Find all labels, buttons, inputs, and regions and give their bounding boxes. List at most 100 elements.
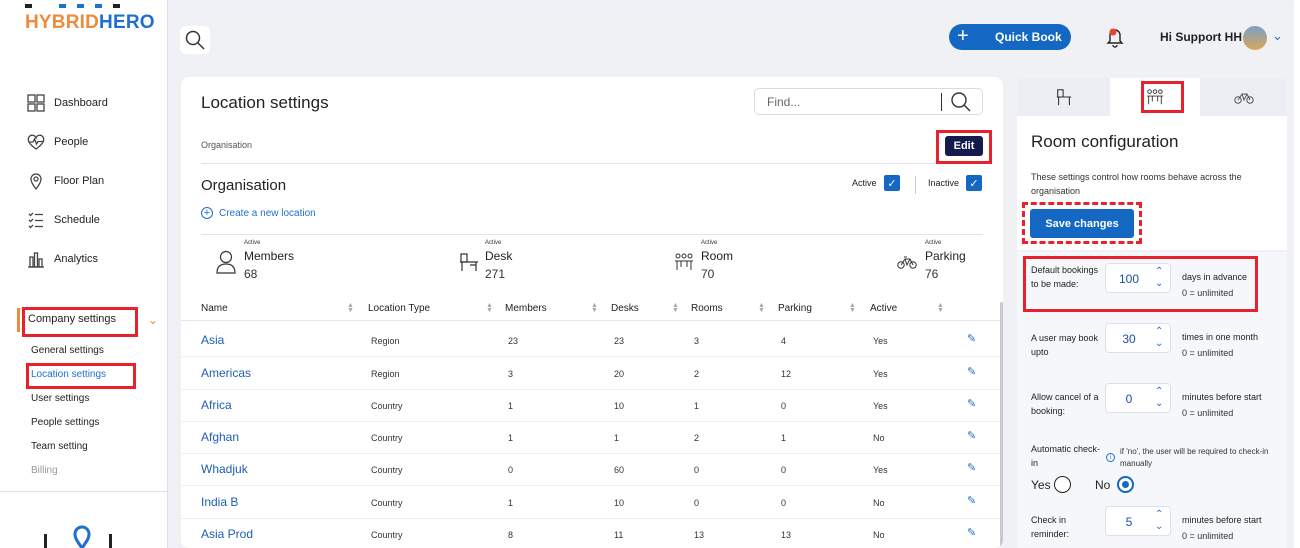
pencil-icon[interactable]: ✎ (967, 429, 976, 442)
subnav-people-settings[interactable]: People settings (31, 417, 99, 428)
pencil-icon[interactable]: ✎ (967, 526, 976, 539)
table-row[interactable]: Africa Country 1 10 1 0 Yes ✎ (181, 390, 1003, 422)
column-header-location-type[interactable]: Location Type (368, 303, 430, 314)
setting-hint: 0 = unlimited (1182, 531, 1234, 541)
column-header-active[interactable]: Active (870, 303, 897, 314)
chevron-up-icon[interactable]: ⌃ (1155, 267, 1163, 277)
stepper-value[interactable]: 30 (1106, 332, 1152, 346)
column-header-rooms[interactable]: Rooms (691, 303, 723, 314)
chevron-down-icon[interactable]: ⌄ (1272, 28, 1283, 44)
sort-icon[interactable]: ▲ ▼ (849, 302, 856, 314)
cancel-window-stepper[interactable]: 0 ⌃ ⌄ (1105, 383, 1171, 413)
column-header-parking[interactable]: Parking (778, 303, 812, 314)
subnav-location-settings[interactable]: Location settings (31, 369, 106, 380)
radio-no[interactable] (1117, 476, 1134, 493)
sidebar-item-dashboard[interactable]: Dashboard (26, 92, 108, 114)
user-greeting[interactable]: Hi Support HH (1160, 30, 1242, 44)
sidebar-item-floor-plan[interactable]: Floor Plan (26, 170, 104, 192)
save-changes-button[interactable]: Save changes (1030, 209, 1134, 238)
location-name-link[interactable]: India B (201, 495, 238, 509)
table-row[interactable]: Asia Prod Country 8 11 13 13 No ✎ (181, 519, 1003, 548)
chevron-down-icon[interactable]: ⌄ (1155, 399, 1163, 409)
chevron-down-icon[interactable]: ⌄ (1155, 522, 1163, 532)
sidebar-item-company-settings[interactable]: Company settings ⌄ (8, 304, 166, 336)
table-scrollbar[interactable] (1000, 302, 1003, 548)
column-header-desks[interactable]: Desks (611, 303, 639, 314)
edit-button[interactable]: Edit (945, 136, 983, 156)
location-settings-card: Location settings Organisation Edit Orga… (181, 77, 1003, 548)
search-input[interactable] (767, 95, 927, 109)
inactive-filter-checkbox[interactable]: ✓ (966, 175, 982, 191)
global-search-button[interactable] (180, 26, 210, 54)
table-row[interactable]: Americas Region 3 20 2 12 Yes ✎ (181, 358, 1003, 390)
sort-icon[interactable]: ▲ ▼ (347, 302, 354, 314)
logo[interactable]: HYBRIDHERO (25, 12, 155, 34)
active-cell: Yes (873, 401, 888, 411)
search-icon[interactable] (949, 91, 971, 113)
location-name-link[interactable]: Whadjuk (201, 462, 248, 476)
table-row[interactable]: Whadjuk Country 0 60 0 0 Yes ✎ (181, 454, 1003, 486)
create-location-link[interactable]: + Create a new location (201, 207, 316, 219)
location-name-link[interactable]: Americas (201, 366, 251, 380)
location-name-link[interactable]: Asia Prod (201, 527, 253, 541)
location-name-link[interactable]: Asia (201, 333, 224, 347)
location-name-link[interactable]: Afghan (201, 430, 239, 444)
chevron-down-icon[interactable]: ⌄ (148, 313, 158, 327)
sort-icon[interactable]: ▲ ▼ (486, 302, 493, 314)
bicycle-icon (897, 256, 917, 269)
location-name-link[interactable]: Africa (201, 398, 232, 412)
table-row[interactable]: Afghan Country 1 1 2 1 No ✎ (181, 422, 1003, 454)
pencil-icon[interactable]: ✎ (967, 397, 976, 410)
members-cell: 1 (508, 433, 514, 443)
sort-icon[interactable]: ▲ ▼ (758, 302, 765, 314)
pencil-icon[interactable]: ✎ (967, 494, 976, 507)
active-cell: No (873, 498, 885, 508)
find-search-box[interactable] (754, 88, 983, 115)
pencil-icon[interactable]: ✎ (967, 332, 976, 345)
tab-room[interactable] (1110, 78, 1200, 116)
table-row[interactable]: India B Country 1 10 0 0 No ✎ (181, 487, 1003, 519)
pencil-icon[interactable]: ✎ (967, 461, 976, 474)
stepper-value[interactable]: 0 (1106, 392, 1152, 406)
column-header-members[interactable]: Members (505, 303, 547, 314)
stat-value: 68 (244, 267, 258, 281)
sidebar-item-analytics[interactable]: Analytics (26, 248, 98, 270)
chevron-down-icon[interactable]: ⌄ (1155, 279, 1163, 289)
quick-book-button[interactable]: + Quick Book (949, 24, 1071, 50)
active-filter-checkbox[interactable]: ✓ (884, 175, 900, 191)
notification-bell-icon[interactable] (1104, 26, 1126, 48)
default-bookings-stepper[interactable]: 100 ⌃ ⌄ (1105, 263, 1171, 293)
chevron-down-icon[interactable]: ⌄ (1155, 339, 1163, 349)
sidebar-item-label: Schedule (54, 214, 100, 226)
subnav-user-settings[interactable]: User settings (31, 393, 89, 404)
booking-limit-stepper[interactable]: 30 ⌃ ⌄ (1105, 323, 1171, 353)
pencil-icon[interactable]: ✎ (967, 365, 976, 378)
tab-desk[interactable] (1017, 78, 1110, 116)
sort-icon[interactable]: ▲ ▼ (591, 302, 598, 314)
sort-icon[interactable]: ▲ ▼ (937, 302, 944, 314)
stepper-value[interactable]: 5 (1106, 515, 1152, 529)
column-header-name[interactable]: Name (201, 303, 228, 314)
table-row[interactable]: Asia Region 23 23 3 4 Yes ✎ (181, 325, 1003, 357)
sort-icon[interactable]: ▲ ▼ (672, 302, 679, 314)
checkin-reminder-stepper[interactable]: 5 ⌃ ⌄ (1105, 506, 1171, 536)
stat-caption: Active (925, 240, 942, 246)
chevron-up-icon[interactable]: ⌃ (1155, 510, 1163, 520)
top-frame (0, 0, 1300, 5)
stepper-value[interactable]: 100 (1106, 272, 1152, 286)
sidebar-item-schedule[interactable]: Schedule (26, 209, 100, 231)
avatar[interactable] (1243, 26, 1267, 50)
radio-yes[interactable] (1054, 476, 1071, 493)
subnav-billing[interactable]: Billing (31, 465, 58, 476)
floor-plan-pin-icon (44, 525, 112, 548)
chevron-up-icon[interactable]: ⌃ (1155, 327, 1163, 337)
divider (181, 320, 1003, 321)
sidebar-item-people[interactable]: People (26, 131, 88, 153)
sidebar-item-label: Dashboard (54, 97, 108, 109)
auto-checkin-info: if 'no', the user will be required to ch… (1120, 447, 1269, 468)
subnav-general-settings[interactable]: General settings (31, 345, 104, 356)
chevron-up-icon[interactable]: ⌃ (1155, 387, 1163, 397)
tab-parking[interactable] (1200, 78, 1287, 116)
parking-cell: 12 (781, 369, 792, 379)
subnav-team-setting[interactable]: Team setting (31, 441, 88, 452)
